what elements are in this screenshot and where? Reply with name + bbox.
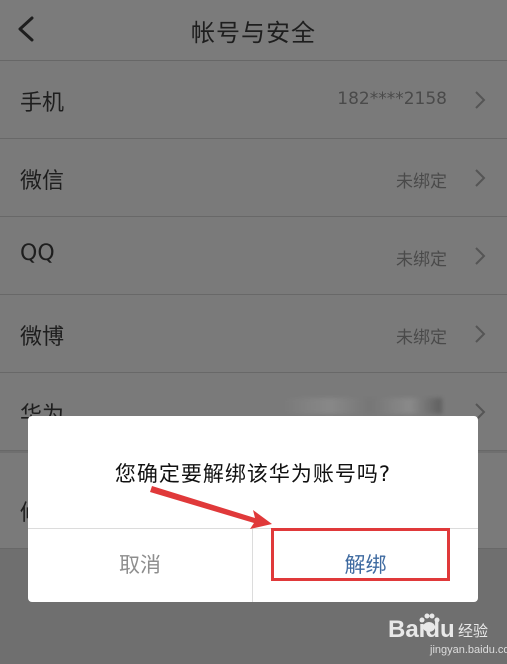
page-title: 帐号与安全	[191, 19, 316, 47]
row-value: 未绑定	[396, 250, 447, 270]
chevron-right-icon	[475, 91, 486, 109]
row-label: 手机	[20, 91, 65, 116]
chevron-right-icon	[475, 247, 486, 265]
blurred-account-name	[282, 398, 442, 414]
watermark-url: jingyan.baidu.com	[430, 644, 507, 656]
annotation-highlight-box	[271, 528, 450, 581]
chevron-right-icon	[475, 325, 486, 343]
row-qq[interactable]: QQ 未绑定	[0, 217, 507, 295]
row-weibo[interactable]: 微博 未绑定	[0, 295, 507, 373]
row-value: 未绑定	[396, 172, 447, 192]
settings-list: 手机 182****2158 微信 未绑定 QQ 未绑定 微博 未绑定 华为	[0, 61, 507, 451]
row-phone[interactable]: 手机 182****2158	[0, 61, 507, 139]
watermark: Baidu 经验 jingyan.baidu.com	[388, 612, 507, 658]
row-label: 微信	[20, 169, 65, 194]
chevron-right-icon	[475, 169, 486, 187]
paw-icon	[419, 613, 440, 632]
cancel-button[interactable]: 取消	[28, 529, 252, 602]
row-value: 未绑定	[396, 328, 447, 348]
dialog-message: 您确定要解绑该华为账号吗?	[114, 462, 392, 486]
row-wechat[interactable]: 微信 未绑定	[0, 139, 507, 217]
row-label: 微博	[20, 325, 65, 350]
watermark-text: 经验	[458, 622, 489, 640]
row-value: 182****2158	[337, 89, 447, 109]
row-label: QQ	[20, 241, 55, 266]
nav-bar: 帐号与安全	[0, 0, 507, 61]
account-security-screen: 帐号与安全 手机 182****2158 微信 未绑定 QQ 未绑定 微博 未绑…	[0, 0, 507, 664]
